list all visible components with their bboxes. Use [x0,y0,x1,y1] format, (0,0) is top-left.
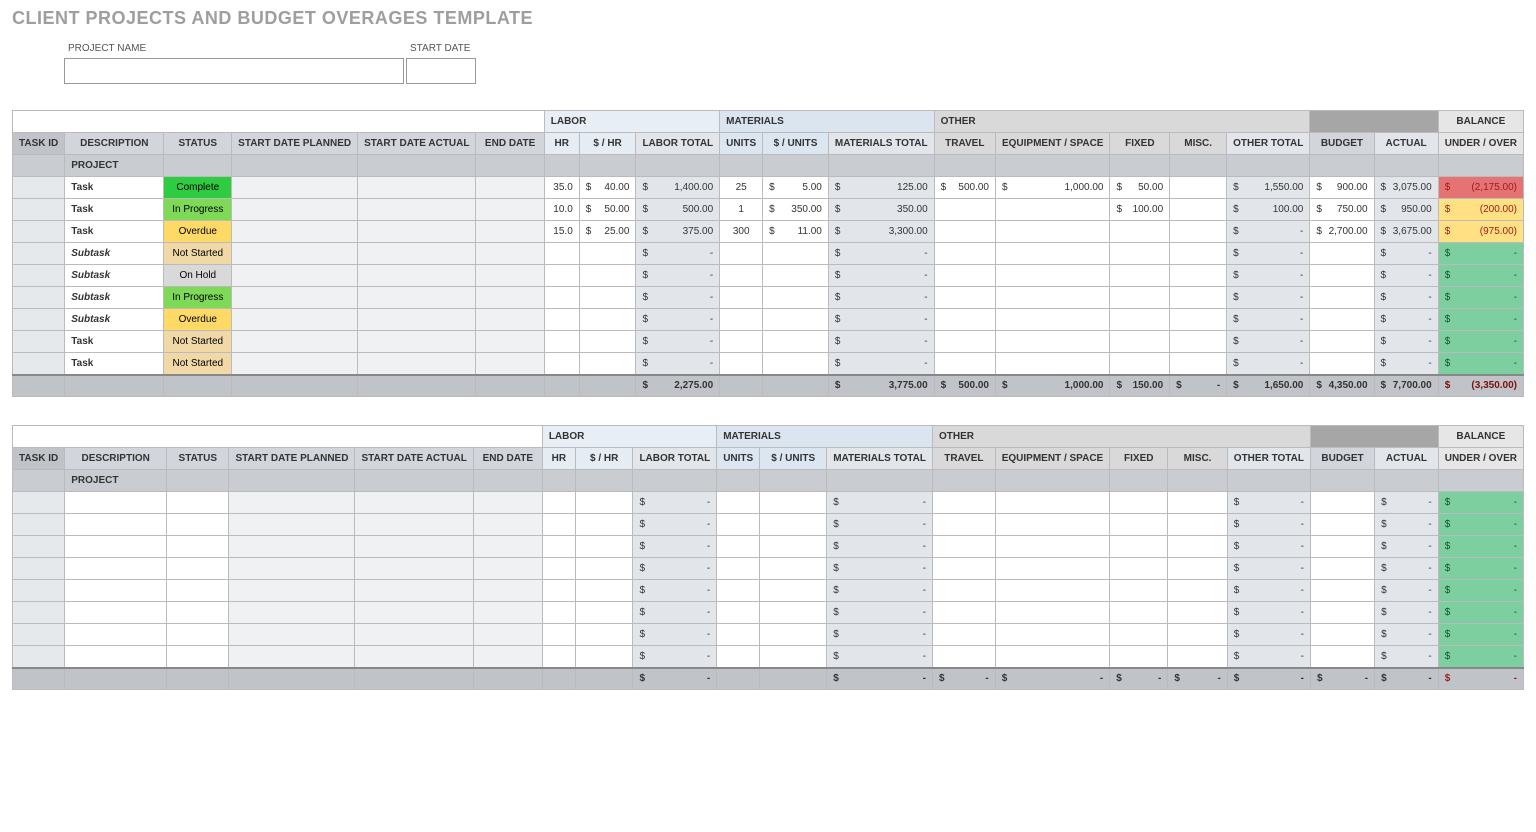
column-header-row: TASK ID DESCRIPTION STATUS START DATE PL… [13,133,1524,155]
table-row[interactable]: $- $- $- $- $- [13,514,1524,536]
status-cell[interactable]: Not Started [164,243,232,265]
table-row[interactable]: $- $- $- $- $- [13,624,1524,646]
table-row[interactable]: $- $- $- $- $- [13,536,1524,558]
project-row[interactable]: PROJECT [13,155,1524,177]
status-cell[interactable]: In Progress [164,199,232,221]
start-date-input[interactable] [406,58,476,84]
budget-table: LABOR MATERIALS OTHER BALANCE TASK ID DE… [12,425,1524,690]
budget-table: LABOR MATERIALS OTHER BALANCE TASK ID DE… [12,110,1524,397]
section-row: LABOR MATERIALS OTHER BALANCE [13,111,1524,133]
page-title: CLIENT PROJECTS AND BUDGET OVERAGES TEMP… [12,8,1524,29]
status-cell[interactable]: In Progress [164,287,232,309]
project-name-label: PROJECT NAME [64,41,404,56]
table-row[interactable]: $- $- $- $- $- [13,580,1524,602]
column-header-row: TASK ID DESCRIPTION STATUS START DATE PL… [13,448,1524,470]
table-row[interactable]: $- $- $- $- $- [13,558,1524,580]
status-cell[interactable]: On Hold [164,265,232,287]
status-cell[interactable]: Overdue [164,221,232,243]
table-row[interactable]: Subtask Not Started $- $- $- $- $- [13,243,1524,265]
table-row[interactable]: Subtask Overdue $- $- $- $- $- [13,309,1524,331]
totals-row: $- $- $- $- $- $- $- $- $- $- [13,668,1524,690]
status-cell[interactable]: Not Started [164,331,232,353]
totals-row: $2,275.00 $3,775.00 $500.00 $1,000.00 $1… [13,375,1524,397]
table-row[interactable]: Task Complete 35.0 $40.00 $1,400.00 25 $… [13,177,1524,199]
table-row[interactable]: Task Not Started $- $- $- $- $- [13,353,1524,375]
project-name-input[interactable] [64,58,404,84]
table-row[interactable]: Subtask On Hold $- $- $- $- $- [13,265,1524,287]
table-row[interactable]: $- $- $- $- $- [13,602,1524,624]
status-cell[interactable]: Overdue [164,309,232,331]
start-date-label: START DATE [406,41,476,56]
project-row[interactable]: PROJECT [13,470,1524,492]
table-row[interactable]: $- $- $- $- $- [13,646,1524,668]
header-fields: PROJECT NAME START DATE [62,39,478,86]
table-row[interactable]: Task In Progress 10.0 $50.00 $500.00 1 $… [13,199,1524,221]
table-row[interactable]: Task Not Started $- $- $- $- $- [13,331,1524,353]
status-cell[interactable]: Not Started [164,353,232,375]
table-row[interactable]: Subtask In Progress $- $- $- $- $- [13,287,1524,309]
table-row[interactable]: $- $- $- $- $- [13,492,1524,514]
status-cell[interactable]: Complete [164,177,232,199]
table-row[interactable]: Task Overdue 15.0 $25.00 $375.00 300 $11… [13,221,1524,243]
section-row: LABOR MATERIALS OTHER BALANCE [13,426,1524,448]
